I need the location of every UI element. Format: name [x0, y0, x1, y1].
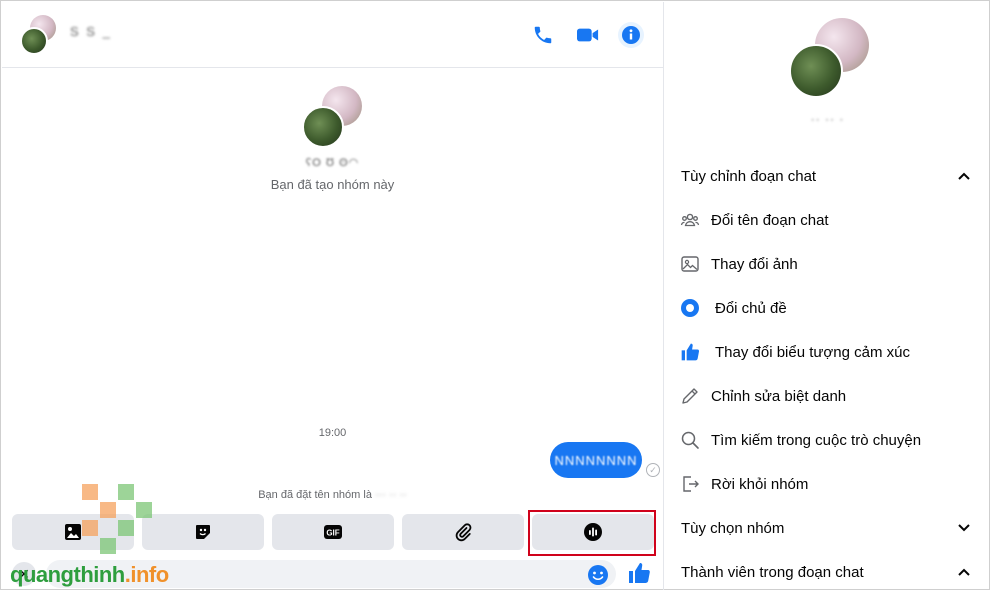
- highlight-box: [528, 510, 656, 556]
- message-timestamp: 19:00: [318, 427, 347, 439]
- panel-group-name: ·· ·· ·: [810, 112, 845, 126]
- info-icon[interactable]: [618, 22, 644, 48]
- chat-header: S S _: [2, 2, 663, 68]
- section-label: Thành viên trong đoạn chat: [681, 563, 864, 581]
- item-label: Tìm kiếm trong cuộc trò chuyện: [711, 431, 922, 449]
- message-text: NNNNNNNN: [554, 452, 638, 468]
- change-theme-item[interactable]: Đổi chủ đề: [679, 296, 979, 320]
- leave-icon: [679, 473, 701, 495]
- change-emoji-item[interactable]: Thay đổi biểu tượng cảm xúc: [679, 340, 979, 364]
- renamed-prefix: Bạn đã đặt tên nhóm là: [258, 489, 372, 501]
- video-camera-icon[interactable]: [575, 22, 601, 48]
- sticker-icon: [196, 525, 210, 539]
- section-customize-chat[interactable]: Tùy chỉnh đoạn chat: [681, 164, 971, 188]
- gif-tool-button[interactable]: GIF: [272, 514, 394, 550]
- section-chat-members[interactable]: Thành viên trong đoạn chat: [681, 560, 971, 584]
- item-label: Đổi chủ đề: [715, 299, 787, 317]
- group-avatar: [301, 86, 364, 148]
- chat-details-panel: ·· ·· · Tùy chỉnh đoạn chat Đổi tên đoạn…: [665, 2, 990, 590]
- emoji-icon[interactable]: [587, 564, 609, 586]
- search-conversation-item[interactable]: Tìm kiếm trong cuộc trò chuyện: [679, 428, 979, 452]
- chevron-up-icon: [958, 568, 970, 576]
- svg-text:GIF: GIF: [326, 529, 339, 538]
- edit-nicknames-item[interactable]: Chỉnh sửa biệt danh: [679, 384, 979, 408]
- people-icon: [679, 209, 701, 231]
- photo-tool-button[interactable]: [12, 514, 134, 550]
- created-group-notice: Bạn đã tạo nhóm này: [270, 177, 395, 192]
- message-input[interactable]: [46, 560, 616, 588]
- section-label: Tùy chỉnh đoạn chat: [681, 167, 817, 185]
- item-label: Rời khỏi nhóm: [711, 475, 809, 493]
- image-icon: [65, 524, 81, 540]
- sent-check-icon: ✓: [646, 463, 660, 477]
- phone-icon[interactable]: [530, 22, 556, 48]
- section-group-options[interactable]: Tùy chọn nhóm: [681, 516, 971, 540]
- item-label: Thay đổi biểu tượng cảm xúc: [715, 343, 910, 361]
- avatar[interactable]: [20, 15, 60, 55]
- item-label: Thay đổi ảnh: [711, 255, 798, 273]
- paperclip-icon: [455, 523, 472, 542]
- item-label: Chỉnh sửa biệt danh: [711, 387, 847, 405]
- sticker-tool-button[interactable]: [142, 514, 264, 550]
- thumbs-up-send-icon[interactable]: [627, 561, 651, 585]
- conversation-name[interactable]: S S _: [70, 24, 112, 39]
- chat-area: S S _ ʕO Ʊ ʘ◠ Bạn đã tạo nhóm này 19:00 …: [2, 2, 664, 590]
- chevron-up-icon: [958, 172, 970, 180]
- search-icon: [679, 429, 701, 451]
- item-label: Đổi tên đoạn chat: [711, 211, 829, 229]
- thumbs-up-icon: [679, 341, 701, 363]
- group-avatar-large: [789, 18, 869, 98]
- theme-dot-icon: [679, 297, 701, 319]
- section-label: Tùy chọn nhóm: [681, 519, 785, 537]
- gif-icon: GIF: [324, 525, 342, 539]
- renamed-value: ··· ·· ··: [375, 489, 407, 501]
- sent-message-bubble[interactable]: NNNNNNNN: [550, 442, 642, 478]
- photo-icon: [679, 253, 701, 275]
- group-name: ʕO Ʊ ʘ◠: [305, 157, 360, 169]
- messenger-window: S S _ ʕO Ʊ ʘ◠ Bạn đã tạo nhóm này 19:00 …: [0, 0, 990, 590]
- chevron-down-icon: [958, 524, 970, 532]
- message-composer: ✕: [12, 558, 657, 590]
- renamed-notice: Bạn đã đặt tên nhóm là ··· ·· ··: [2, 489, 663, 501]
- group-intro: ʕO Ʊ ʘ◠ Bạn đã tạo nhóm này: [2, 86, 663, 192]
- leave-group-item[interactable]: Rời khỏi nhóm: [679, 472, 979, 496]
- close-icon[interactable]: ✕: [12, 562, 36, 586]
- pencil-icon: [679, 385, 701, 407]
- change-photo-item[interactable]: Thay đổi ảnh: [679, 252, 979, 276]
- rename-chat-item[interactable]: Đổi tên đoạn chat: [679, 208, 979, 232]
- attach-tool-button[interactable]: [402, 514, 524, 550]
